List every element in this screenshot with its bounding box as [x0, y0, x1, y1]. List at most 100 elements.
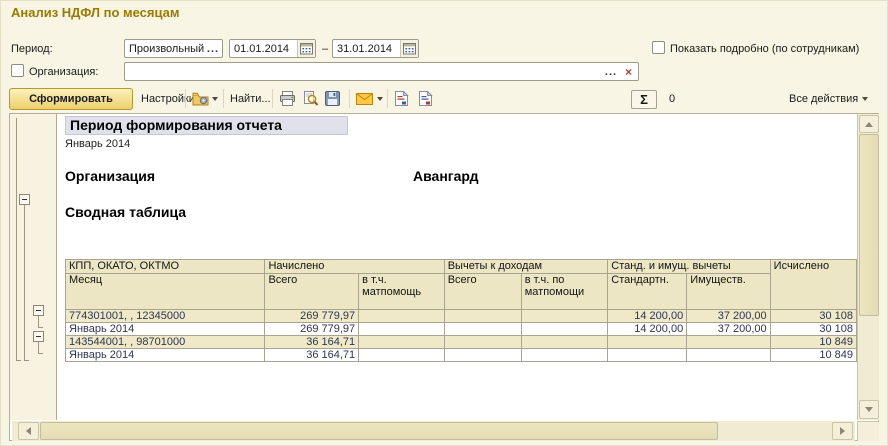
cell-ded-total[interactable] [443, 309, 522, 323]
date-to-value: 31.01.2014 [337, 42, 393, 55]
cell-ded-total[interactable] [443, 348, 522, 362]
report-table-title[interactable]: Сводная таблица [65, 204, 186, 220]
scroll-down-button[interactable] [859, 400, 879, 419]
header-cell[interactable]: Всего [264, 273, 360, 310]
vertical-scroll-thumb[interactable] [859, 134, 879, 316]
period-type-ellipsis-button[interactable]: ... [204, 40, 222, 57]
save-icon[interactable] [325, 91, 342, 107]
report-org-label[interactable]: Организация [65, 168, 155, 184]
preview-icon[interactable] [302, 91, 319, 107]
period-type-field[interactable]: Произвольный ... [124, 39, 223, 58]
cell-std[interactable] [607, 335, 688, 349]
cell-calc[interactable]: 30 108 [769, 322, 857, 336]
chevron-down-icon[interactable] [377, 97, 383, 101]
cell-accrued-total[interactable]: 36 164,71 [264, 348, 360, 362]
calendar-icon[interactable] [400, 40, 418, 57]
cell-prop[interactable]: 37 200,00 [686, 322, 771, 336]
row-label[interactable]: 774301001, , 12345000 [64, 309, 266, 323]
header-cell[interactable]: в т.ч. по матпомощи [520, 273, 609, 310]
show-detail-checkbox[interactable] [652, 41, 665, 54]
collapse-group-button[interactable] [19, 194, 30, 205]
table-row[interactable]: Январь 2014 36 164,71 10 849 [64, 348, 857, 362]
row-label[interactable]: Январь 2014 [64, 348, 266, 362]
cell-prop[interactable] [686, 348, 771, 362]
date-to-field[interactable]: 31.01.2014 [332, 39, 419, 58]
cell-std[interactable]: 14 200,00 [607, 322, 688, 336]
all-actions-label: Все действия [789, 93, 859, 105]
generate-button[interactable]: Сформировать [9, 88, 133, 110]
horizontal-scroll-thumb[interactable] [40, 422, 718, 440]
cell-calc[interactable]: 10 849 [769, 348, 857, 362]
report-period-header[interactable]: Период формирования отчета [65, 116, 348, 135]
cell-ded-mat[interactable] [520, 309, 609, 323]
cell-prop[interactable] [686, 335, 771, 349]
collapse-group-button[interactable] [33, 305, 44, 316]
row-label[interactable]: Январь 2014 [64, 322, 266, 336]
cell-accrued-mat[interactable] [358, 322, 445, 336]
cell-calc[interactable]: 30 108 [769, 309, 857, 323]
document-icon[interactable] [394, 90, 411, 107]
table-header-row: Месяц Всего в т.ч. матпомощь Всего в т.ч… [64, 273, 857, 310]
mail-icon[interactable] [356, 93, 373, 109]
org-ellipsis-button[interactable]: ... [602, 63, 620, 80]
date-from-field[interactable]: 01.01.2014 [229, 39, 316, 58]
date-from-value: 01.01.2014 [234, 42, 290, 55]
report-period-value[interactable]: Январь 2014 [65, 138, 130, 150]
header-cell[interactable]: Станд. и имущ. вычеты [607, 259, 771, 274]
cell-accrued-total[interactable]: 36 164,71 [264, 335, 360, 349]
cell-accrued-total[interactable]: 269 779,97 [264, 309, 360, 323]
cell-accrued-total[interactable]: 269 779,97 [264, 322, 360, 336]
header-cell[interactable]: Месяц [64, 273, 266, 310]
horizontal-scrollbar[interactable] [12, 421, 855, 441]
org-label: Организация: [29, 66, 99, 78]
cell-std[interactable] [607, 348, 688, 362]
header-cell[interactable]: Исчислено [769, 259, 857, 310]
row-label[interactable]: 143544001, , 98701000 [64, 335, 266, 349]
report-content[interactable]: Период формирования отчета Январь 2014 О… [58, 114, 857, 420]
cell-ded-total[interactable] [443, 335, 522, 349]
vertical-scrollbar[interactable] [857, 114, 879, 420]
chevron-down-icon [862, 97, 869, 102]
all-actions-button[interactable]: Все действия [789, 93, 869, 105]
sum-button[interactable]: Σ [631, 90, 657, 109]
scroll-left-button[interactable] [18, 422, 39, 440]
chevron-down-icon[interactable] [212, 97, 218, 101]
cell-ded-mat[interactable] [520, 348, 609, 362]
cell-ded-mat[interactable] [520, 335, 609, 349]
cell-prop[interactable]: 37 200,00 [686, 309, 771, 323]
header-cell[interactable]: КПП, ОКАТО, ОКТМО [64, 259, 266, 274]
org-field[interactable]: ... × [124, 62, 639, 81]
header-cell[interactable]: Вычеты к доходам [443, 259, 609, 274]
header-cell[interactable]: Имуществ. [686, 273, 771, 310]
header-cell[interactable]: Начислено [264, 259, 445, 274]
header-cell[interactable]: в т.ч. матпомощь [358, 273, 445, 310]
calendar-icon[interactable] [297, 40, 315, 57]
document-icon[interactable] [418, 90, 435, 107]
cell-std[interactable]: 14 200,00 [607, 309, 688, 323]
org-clear-button[interactable]: × [620, 63, 638, 80]
scroll-right-icon [840, 427, 845, 435]
cell-accrued-mat[interactable] [358, 335, 445, 349]
print-icon[interactable] [279, 91, 296, 107]
report-variants-icon[interactable] [192, 91, 209, 107]
org-checkbox[interactable] [11, 64, 24, 77]
scroll-up-button[interactable] [859, 115, 879, 133]
table-row[interactable]: 143544001, , 98701000 36 164,71 10 849 [64, 335, 857, 349]
table-row[interactable]: 774301001, , 12345000 269 779,97 14 200,… [64, 309, 857, 323]
find-button[interactable]: Найти... [230, 93, 271, 105]
cell-calc[interactable]: 10 849 [769, 335, 857, 349]
scroll-right-button[interactable] [832, 422, 853, 440]
tree-tick [38, 327, 43, 328]
report-org-value[interactable]: Авангард [413, 168, 478, 184]
cell-ded-total[interactable] [443, 322, 522, 336]
header-cell[interactable]: Всего [443, 273, 522, 310]
table-row[interactable]: Январь 2014 269 779,97 14 200,00 37 200,… [64, 322, 857, 336]
summary-table[interactable]: КПП, ОКАТО, ОКТМО Начислено Вычеты к дох… [64, 259, 857, 362]
collapse-group-button[interactable] [33, 331, 44, 342]
cell-ded-mat[interactable] [520, 322, 609, 336]
period-label: Период: [11, 43, 53, 55]
cell-accrued-mat[interactable] [358, 309, 445, 323]
cell-accrued-mat[interactable] [358, 348, 445, 362]
header-cell[interactable]: Стандартн. [607, 273, 688, 310]
toolbar-separator [349, 89, 350, 108]
